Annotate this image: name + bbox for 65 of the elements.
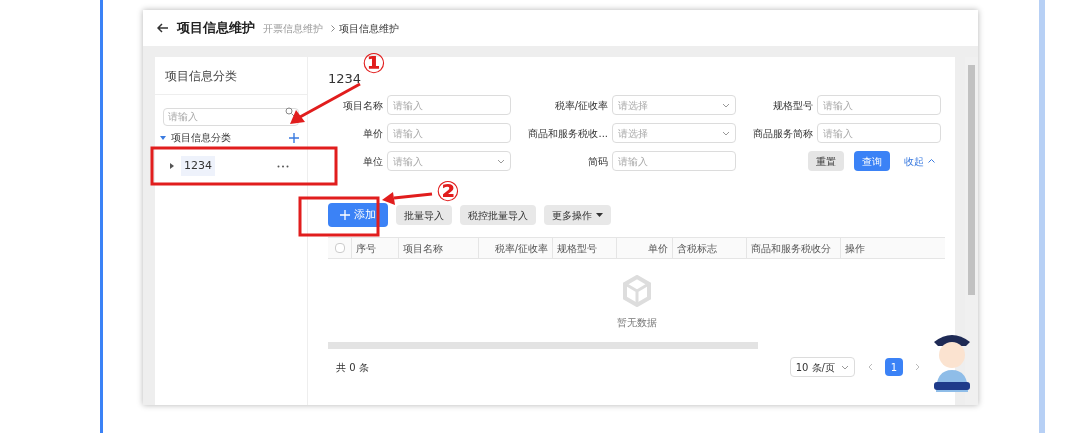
chevron-down-icon bbox=[722, 130, 730, 136]
sidebar-title: 项目信息分类 bbox=[165, 67, 237, 85]
field-label: 税率/征收率 bbox=[553, 98, 608, 113]
page-size-select[interactable]: 10 条/页 bbox=[789, 357, 855, 377]
action-button[interactable]: 重置 bbox=[808, 151, 844, 171]
chevron-down-icon bbox=[722, 102, 730, 108]
breadcrumb-item[interactable]: 开票信息维护 bbox=[263, 20, 323, 36]
step-number: ① bbox=[362, 50, 386, 78]
column-header: 含税标志 bbox=[677, 241, 717, 256]
toolbar-button[interactable]: 更多操作 bbox=[544, 205, 611, 225]
chevron-down-icon bbox=[497, 158, 505, 164]
next-page-icon[interactable] bbox=[915, 363, 921, 371]
plus-icon[interactable] bbox=[289, 132, 299, 143]
empty-message: 暂无数据 bbox=[616, 316, 657, 330]
total-count: 共 0 条 bbox=[336, 360, 369, 375]
input-field[interactable]: 请输入 bbox=[387, 95, 511, 115]
checkbox[interactable] bbox=[334, 243, 345, 253]
chevron-right-icon bbox=[331, 24, 335, 32]
column-header: 税率/征收率 bbox=[494, 241, 548, 256]
back-arrow-icon[interactable] bbox=[157, 23, 169, 33]
toolbar-button[interactable]: 添加 bbox=[328, 203, 388, 227]
column-header: 规格型号 bbox=[557, 241, 597, 256]
caret-icon bbox=[596, 213, 603, 217]
select-field[interactable]: 请选择 bbox=[612, 95, 736, 115]
more-icon[interactable] bbox=[277, 164, 289, 168]
column-header: 单价 bbox=[648, 241, 668, 256]
tree-item[interactable]: 项目信息分类 bbox=[171, 130, 231, 145]
input-field[interactable]: 请输入 bbox=[612, 151, 736, 171]
field-label: 单价 bbox=[362, 126, 383, 141]
step-number: ② bbox=[436, 178, 460, 206]
breadcrumb-item: 项目信息维护 bbox=[339, 21, 399, 36]
column-header: 项目名称 bbox=[403, 241, 443, 256]
chevron-up-icon bbox=[928, 159, 935, 163]
page-title: 项目信息维护 bbox=[177, 19, 255, 38]
search-icon bbox=[285, 107, 295, 117]
column-header: 序号 bbox=[356, 241, 376, 256]
annotation-arrow bbox=[382, 192, 433, 205]
field-label: 简码 bbox=[587, 154, 608, 169]
field-label: 商品服务简称 bbox=[752, 126, 813, 141]
page-button[interactable]: 1 bbox=[885, 358, 903, 376]
horizontal-scrollbar[interactable] bbox=[328, 342, 758, 349]
previous-page-icon[interactable] bbox=[867, 363, 873, 371]
field-label: 单位 bbox=[362, 154, 383, 169]
select-field[interactable]: 请选择 bbox=[612, 123, 736, 143]
field-label: 规格型号 bbox=[772, 98, 813, 113]
toolbar-button[interactable]: 税控批量导入 bbox=[460, 205, 536, 225]
expand-caret-icon[interactable] bbox=[169, 163, 175, 169]
column-header: 商品和服务税收分 bbox=[751, 241, 831, 256]
input-field[interactable]: 请输入 bbox=[387, 123, 511, 143]
select-field[interactable]: 请输入 bbox=[387, 151, 511, 171]
input-field[interactable]: 请输入 bbox=[817, 123, 941, 143]
toolbar-button[interactable]: 批量导入 bbox=[396, 205, 452, 225]
action-button[interactable]: 查询 bbox=[854, 151, 890, 171]
plus-icon bbox=[340, 210, 350, 220]
input-field[interactable]: 请输入 bbox=[817, 95, 941, 115]
empty-box-icon bbox=[621, 275, 652, 307]
category-heading: 1234 bbox=[328, 70, 363, 88]
chevron-down-icon bbox=[841, 364, 849, 370]
field-label: 项目名称 bbox=[342, 98, 383, 113]
field-label: 商品和服务税收... bbox=[527, 126, 608, 141]
column-header: 操作 bbox=[845, 241, 865, 256]
tree-item[interactable]: 1234 bbox=[181, 155, 215, 177]
expand-caret-icon[interactable] bbox=[160, 134, 166, 141]
collapse-link[interactable]: 收起 bbox=[904, 153, 935, 169]
search-field[interactable]: 请输入 bbox=[163, 107, 299, 126]
